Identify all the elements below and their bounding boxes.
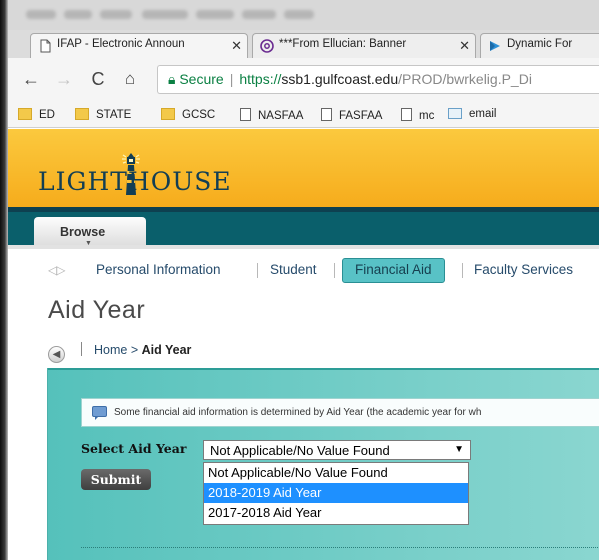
dropdown-option[interactable]: Not Applicable/No Value Found [204,463,468,483]
bookmark-item[interactable]: ED [18,108,55,121]
dynamic-forms-icon [490,41,500,51]
url-protocol: https:// [239,71,282,87]
bookmark-label: GCSC [182,109,216,121]
window-left-edge [0,0,8,560]
back-arrow-icon[interactable]: ← [20,68,42,90]
speech-bubble-icon [92,406,107,420]
mail-icon [448,108,462,119]
select-aid-year-label: Select Aid Year [81,441,187,456]
close-tab-icon[interactable]: ✕ [228,38,242,54]
nav-divider [257,263,258,278]
nav-divider [334,263,335,278]
nav-student[interactable]: Student [270,262,317,277]
secure-label: Secure [179,71,224,87]
bookmark-label: mc [419,110,435,122]
page-title: Aid Year [48,296,146,324]
page-icon [240,108,251,121]
browser-tab-strip: IFAP - Electronic Announ ✕ ***From Elluc… [8,30,599,58]
forward-arrow-icon[interactable]: → [53,68,75,90]
back-circle-icon[interactable]: ◀ [48,346,65,363]
home-icon[interactable]: ⌂ [119,68,141,90]
browse-menu-button[interactable]: Browse ▼ [34,217,146,247]
nav-faculty-services[interactable]: Faculty Services [474,262,573,277]
bookmark-item[interactable]: FASFAA [321,108,382,122]
browser-toolbar: ← → C ⌂ 🔒︎ Secure | https://ssb1.gulfcoast… [8,58,599,102]
menu-item-blurred[interactable] [26,10,56,19]
menu-item-blurred[interactable] [196,10,234,19]
page-icon [321,108,332,121]
nav-scroll-arrows-icon[interactable]: ◁▷ [48,263,65,277]
menu-item-blurred[interactable] [284,10,314,19]
browser-tab-label: ***From Ellucian: Banner [279,38,407,50]
page-icon [40,39,51,53]
folder-icon [18,108,32,120]
menu-item-blurred[interactable] [142,10,188,19]
omnibox-separator: | [229,71,234,87]
menu-bar-underline [8,245,599,249]
menu-item-blurred[interactable] [64,10,92,19]
nav-divider [462,263,463,278]
aid-year-select[interactable]: Not Applicable/No Value Found ▼ [203,440,471,460]
browser-tab[interactable]: IFAP - Electronic Announ ✕ [30,33,248,58]
reload-icon[interactable]: C [87,68,109,90]
bookmark-label: ED [39,109,55,121]
folder-icon [161,108,175,120]
site-menu-bar: Browse ▼ [8,207,599,249]
breadcrumb-separator: > [130,343,139,357]
aid-year-panel: Some financial aid information is determ… [47,368,599,560]
breadcrumb: ◀ Home > Aid Year [48,342,191,363]
browser-tab-label: IFAP - Electronic Announ [57,38,185,50]
bookmark-item[interactable]: mc [401,108,434,122]
bookmark-item[interactable]: STATE [75,108,131,121]
dotted-divider [81,547,599,548]
menu-item-blurred[interactable] [100,10,132,19]
submit-button[interactable]: Submit [81,469,151,490]
url-path: /PROD/bwrkelig.P_Di [398,71,532,87]
screenshot-root: IFAP - Electronic Announ ✕ ***From Elluc… [0,0,599,560]
dropdown-option[interactable]: 2017-2018 Aid Year [204,503,468,523]
page-icon [401,108,412,121]
url-host: ssb1.gulfcoast.edu [281,71,399,87]
bookmark-label: FASFAA [339,110,383,122]
bookmark-label: STATE [96,109,132,121]
bookmark-item[interactable]: GCSC [161,108,215,121]
site-banner: LIGHTHOUSE [8,129,599,207]
browse-label: Browse [60,225,106,239]
aid-year-select-value: Not Applicable/No Value Found [210,443,390,458]
menu-item-blurred[interactable] [242,10,276,19]
nav-financial-aid[interactable]: Financial Aid [342,258,445,283]
bookmark-label: email [469,108,497,120]
info-message: Some financial aid information is determ… [81,398,599,427]
site-logo[interactable]: LIGHTHOUSE [38,167,232,196]
dropdown-arrow-icon: ▼ [454,444,464,455]
bookmark-label: NASFAA [258,110,304,122]
info-text: Some financial aid information is determ… [114,407,482,418]
bookmark-item[interactable]: email [448,108,496,120]
app-menu-bar [0,0,599,30]
address-bar[interactable]: 🔒︎ Secure | https://ssb1.gulfcoast.edu/PRO… [157,65,599,94]
at-sign-icon [260,39,274,53]
lock-icon: 🔒︎ [168,71,176,87]
panel-top-border [48,368,599,370]
browser-tab[interactable]: ***From Ellucian: Banner ✕ [252,33,476,58]
aid-year-dropdown-list: Not Applicable/No Value Found 2018-2019 … [203,462,469,525]
nav-personal-information[interactable]: Personal Information [96,262,221,277]
breadcrumb-home[interactable]: Home [94,343,127,357]
breadcrumb-current: Aid Year [141,343,192,357]
site-navigation: ◁▷ Personal Information Student Financia… [8,255,599,285]
bookmarks-bar: ED STATE GCSC NASFAA FASFAA mc email [8,102,599,128]
close-tab-icon[interactable]: ✕ [456,38,470,54]
dropdown-option-highlighted[interactable]: 2018-2019 Aid Year [204,483,468,503]
browser-tab-label: Dynamic For [507,38,573,50]
browser-tab[interactable]: Dynamic For [480,33,599,58]
bookmark-item[interactable]: NASFAA [240,108,303,122]
breadcrumb-divider [81,342,82,356]
folder-icon [75,108,89,120]
